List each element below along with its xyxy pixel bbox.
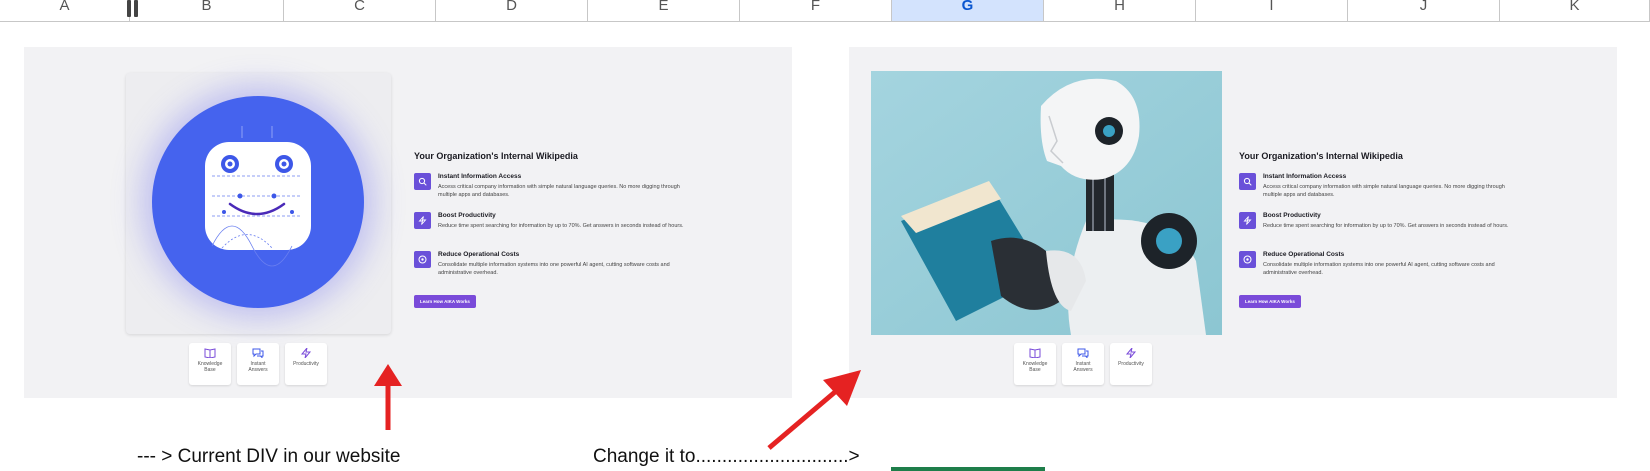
feature-title: Reduce Operational Costs [1263,251,1345,258]
feature-section-left: Your Organization's Internal Wikipedia I… [414,151,684,308]
tile-label: Knowledge Base [197,361,223,373]
green-cell-indicator [891,467,1045,471]
column-header-b[interactable]: B [130,0,284,21]
feature-item: Reduce Operational Costs Consolidate mult… [1239,251,1509,282]
column-header-h[interactable]: H [1044,0,1196,21]
feature-title: Instant Information Access [438,173,522,180]
column-header-c[interactable]: C [284,0,436,21]
robot-reading-image [871,71,1222,335]
feature-desc: Consolidate multiple information systems… [438,262,670,276]
tile-instant-answers[interactable]: Instant Answers [1062,343,1104,385]
book-icon [204,348,216,358]
section-heading: Your Organization's Internal Wikipedia [1239,151,1403,161]
column-header-f[interactable]: F [740,0,892,21]
learn-more-button[interactable]: Learn How AIKA Works [414,295,476,308]
feature-desc: Consolidate multiple information systems… [1263,262,1495,276]
tile-instant-answers[interactable]: Instant Answers [237,343,279,385]
tile-label: Productivity [293,361,319,367]
feature-title: Boost Productivity [1263,212,1321,219]
feature-item: Instant Information Access Access critica… [1239,173,1509,204]
feature-desc: Access critical company information with… [1263,184,1505,198]
feature-title: Boost Productivity [438,212,496,219]
column-header-k[interactable]: K [1500,0,1650,21]
search-icon [414,173,431,190]
dollar-icon [414,251,431,268]
caption-change-to: Change it to............................… [593,446,860,467]
lightning-icon [300,348,312,358]
robot-circle [152,96,364,308]
column-header-bar: A B C D E F G H I J K [0,0,1650,22]
book-icon [1029,348,1041,358]
lightning-icon [1239,212,1256,229]
tile-knowledge-base[interactable]: Knowledge Base [1014,343,1056,385]
tile-productivity[interactable]: Productivity [1110,343,1152,385]
lightning-icon [1125,348,1137,358]
feature-title: Instant Information Access [1263,173,1347,180]
section-heading: Your Organization's Internal Wikipedia [414,151,578,161]
feature-section-right: Your Organization's Internal Wikipedia I… [1239,151,1509,308]
column-header-a[interactable]: A [0,0,130,21]
feature-tiles-right: Knowledge Base Instant Answers Productiv… [1014,343,1152,385]
feature-desc: Reduce time spent searching for informat… [438,223,684,229]
feature-item: Boost Productivity Reduce time spent sear… [414,212,684,243]
caption-current-div: --- > Current DIV in our website [137,446,401,467]
arrow-diagonal-icon [767,370,861,450]
column-header-i[interactable]: I [1196,0,1348,21]
feature-item: Instant Information Access Access critica… [414,173,684,204]
feature-title: Reduce Operational Costs [438,251,520,258]
chat-icon [1077,348,1089,358]
feature-tiles-left: Knowledge Base Instant Answers Productiv… [189,343,327,385]
lightning-icon [414,212,431,229]
column-header-d[interactable]: D [436,0,588,21]
tile-label: Instant Answers [248,361,268,373]
feature-item: Reduce Operational Costs Consolidate mult… [414,251,684,282]
column-header-g[interactable]: G [892,0,1044,21]
tile-knowledge-base[interactable]: Knowledge Base [189,343,231,385]
robot-face-icon [205,126,311,267]
tile-productivity[interactable]: Productivity [285,343,327,385]
column-header-j[interactable]: J [1348,0,1500,21]
arrow-up-icon [374,364,402,430]
tile-label: Knowledge Base [1022,361,1048,373]
tile-label: Productivity [1118,361,1144,367]
chat-icon [252,348,264,358]
feature-item: Boost Productivity Reduce time spent sear… [1239,212,1509,243]
dollar-icon [1239,251,1256,268]
feature-desc: Reduce time spent searching for informat… [1263,223,1509,229]
column-header-e[interactable]: E [588,0,740,21]
learn-more-button[interactable]: Learn How AIKA Works [1239,295,1301,308]
tile-label: Instant Answers [1073,361,1093,373]
feature-desc: Access critical company information with… [438,184,680,198]
search-icon [1239,173,1256,190]
